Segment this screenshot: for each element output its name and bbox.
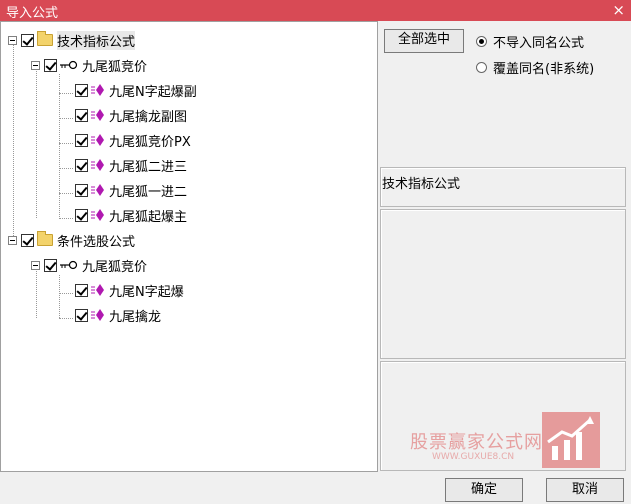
tree-item-label: 九尾N字起爆副 xyxy=(109,84,197,100)
formula-icon xyxy=(91,184,104,196)
tree-item[interactable]: 九尾擒龙 xyxy=(75,305,161,325)
title-bar: 导入公式 × xyxy=(0,0,631,21)
watermark-title: 股票赢家公式网 xyxy=(410,432,543,453)
formula-icon xyxy=(91,284,104,296)
watermark-logo xyxy=(542,412,600,468)
tree-item[interactable]: 九尾N字起爆 xyxy=(75,280,184,300)
checkbox[interactable] xyxy=(75,208,88,222)
watermark-url: WWW.GUXUE8.CN xyxy=(432,452,515,462)
tree-subgroup[interactable]: 九尾狐竞价 xyxy=(31,55,147,75)
tree-group-screening[interactable]: 条件选股公式 xyxy=(8,230,135,250)
tree-subgroup-label: 九尾狐竞价 xyxy=(82,259,148,275)
tree-item[interactable]: 九尾狐起爆主 xyxy=(75,205,187,225)
radio-button[interactable] xyxy=(476,62,487,73)
key-icon xyxy=(60,260,78,270)
tree-item[interactable]: 九尾擒龙副图 xyxy=(75,105,187,125)
tree-group-indicators[interactable]: 技术指标公式 xyxy=(8,30,136,50)
tree-subgroup-label: 九尾狐竞价 xyxy=(82,59,148,75)
tree-item-label: 九尾N字起爆 xyxy=(109,284,184,300)
formula-icon xyxy=(91,84,104,96)
watermark: 股票赢家公式网 WWW.GUXUE8.CN xyxy=(406,412,600,468)
radio-label: 不导入同名公式 xyxy=(493,36,585,51)
checkbox[interactable] xyxy=(21,33,34,47)
radio-label: 覆盖同名(非系统) xyxy=(493,62,595,77)
tree-item[interactable]: 九尾狐竞价PX xyxy=(75,130,191,150)
window-title: 导入公式 xyxy=(6,6,59,21)
tree-group-label: 条件选股公式 xyxy=(57,234,136,250)
description-panel xyxy=(380,209,626,359)
checkbox[interactable] xyxy=(75,308,88,322)
tree-item[interactable]: 九尾N字起爆副 xyxy=(75,80,197,100)
checkbox[interactable] xyxy=(75,158,88,172)
formula-type-text: 技术指标公式 xyxy=(382,177,461,192)
checkbox[interactable] xyxy=(21,233,34,247)
close-icon[interactable]: × xyxy=(612,1,625,19)
tree-item-label: 九尾擒龙 xyxy=(109,309,162,325)
select-all-button[interactable]: 全部选中 xyxy=(384,29,464,53)
tree-item[interactable]: 九尾狐一进二 xyxy=(75,180,187,200)
checkbox[interactable] xyxy=(75,283,88,297)
folder-icon xyxy=(37,31,53,46)
formula-icon xyxy=(91,109,104,121)
formula-icon xyxy=(91,209,104,221)
collapse-icon[interactable] xyxy=(8,35,17,45)
collapse-icon[interactable] xyxy=(8,235,17,245)
tree-item-label: 九尾狐竞价PX xyxy=(109,134,191,150)
tree-group-label: 技术指标公式 xyxy=(57,30,136,50)
tree-subgroup[interactable]: 九尾狐竞价 xyxy=(31,255,147,275)
radio-no-import[interactable]: 不导入同名公式 xyxy=(476,32,584,51)
chart-arrow-icon xyxy=(547,416,594,460)
tree-item-label: 九尾狐二进三 xyxy=(109,159,188,175)
collapse-icon[interactable] xyxy=(31,60,40,70)
tree-item-label: 九尾擒龙副图 xyxy=(109,109,188,125)
radio-overwrite[interactable]: 覆盖同名(非系统) xyxy=(476,58,594,77)
checkbox[interactable] xyxy=(44,58,57,72)
checkbox[interactable] xyxy=(75,83,88,97)
collapse-icon[interactable] xyxy=(31,260,40,270)
formula-icon xyxy=(91,159,104,171)
formula-tree[interactable]: 技术指标公式 九尾狐竞价 九尾N字起爆副 九尾擒龙副图 九尾狐竞价PX 九尾狐二… xyxy=(0,21,378,472)
key-icon xyxy=(60,60,78,70)
tree-item[interactable]: 九尾狐二进三 xyxy=(75,155,187,175)
cancel-button[interactable]: 取消 xyxy=(546,478,624,502)
checkbox[interactable] xyxy=(75,133,88,147)
tree-item-label: 九尾狐一进二 xyxy=(109,184,188,200)
ok-button[interactable]: 确定 xyxy=(445,478,523,502)
formula-icon xyxy=(91,309,104,321)
checkbox[interactable] xyxy=(44,258,57,272)
formula-icon xyxy=(91,134,104,146)
checkbox[interactable] xyxy=(75,183,88,197)
folder-icon xyxy=(37,231,53,246)
checkbox[interactable] xyxy=(75,108,88,122)
radio-button[interactable] xyxy=(476,36,487,47)
tree-item-label: 九尾狐起爆主 xyxy=(109,209,188,225)
